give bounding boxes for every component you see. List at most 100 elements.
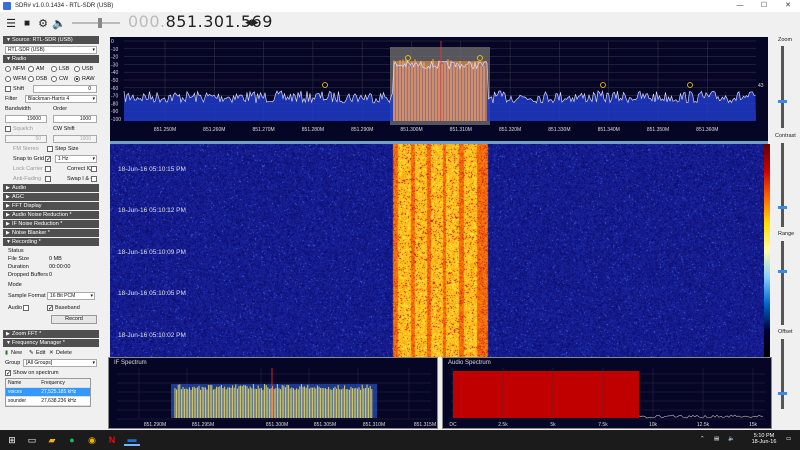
section-zoom-fft[interactable]: ▶ Zoom FFT *: [3, 330, 99, 339]
table-row[interactable]: voices 27,525.185 kHz: [6, 388, 90, 397]
spectrum-analyzer[interactable]: 0 -10 -20-30 -40 -50 -60 -70-80 -90 -100 851.250M…: [110, 37, 768, 141]
contrast-slider-knob[interactable]: [778, 206, 787, 209]
minimize-button[interactable]: —: [728, 0, 752, 12]
section-collapsed[interactable]: ▶ Noise Blanker *: [3, 229, 99, 238]
swap-iq-checkbox[interactable]: [91, 176, 97, 182]
new-button[interactable]: New: [11, 348, 22, 358]
file-explorer-icon[interactable]: ▰: [46, 434, 58, 446]
range-slider[interactable]: [781, 241, 784, 325]
section-radio[interactable]: ▼Radio: [3, 55, 99, 64]
source-select[interactable]: RTL-SDR (USB): [5, 46, 97, 54]
stop-icon[interactable]: ■: [20, 16, 34, 30]
section-source[interactable]: ▼Source: RTL-SDR (USB): [3, 36, 99, 45]
lock-carrier-checkbox[interactable]: [45, 166, 51, 172]
baseband-checkbox[interactable]: [47, 304, 53, 314]
sample-format-select[interactable]: 16 Bit PCM: [47, 292, 95, 300]
edit-icon[interactable]: ✎: [29, 348, 34, 358]
bandwidth-input[interactable]: 19000: [5, 115, 47, 123]
db-tick-label: -80: [111, 101, 118, 107]
sdr-taskbar-icon[interactable]: ▬: [124, 434, 140, 446]
section-recording[interactable]: ▼Recording *: [3, 238, 99, 247]
delete-button[interactable]: Delete: [56, 348, 72, 358]
offset-label: Offset: [778, 329, 793, 335]
volume-slider-knob[interactable]: [98, 18, 102, 28]
audio-rec-checkbox[interactable]: [23, 305, 29, 311]
section-zoom-fft-label: Zoom FFT *: [12, 331, 42, 337]
bandwidth-label: Bandwidth: [5, 106, 31, 112]
mode-radio-raw[interactable]: [74, 76, 80, 82]
windows-start-icon[interactable]: ⊞: [6, 434, 18, 446]
squelch-checkbox[interactable]: [5, 126, 11, 132]
contrast-slider[interactable]: [781, 143, 784, 227]
edit-button[interactable]: Edit: [36, 348, 45, 358]
record-button[interactable]: Record: [51, 315, 97, 324]
show-spectrum-checkbox[interactable]: [5, 369, 11, 379]
network-icon[interactable]: ▤: [714, 436, 719, 442]
tray-chevron-icon[interactable]: ⌃: [700, 436, 705, 442]
shift-input[interactable]: 0: [33, 85, 97, 93]
mode-radio-usb[interactable]: [74, 66, 80, 72]
offset-slider[interactable]: [781, 339, 784, 409]
volume-icon[interactable]: 🔈: [728, 436, 735, 442]
shift-checkbox[interactable]: [5, 86, 11, 92]
new-icon[interactable]: ▮: [5, 348, 8, 358]
frequency-marker-icon[interactable]: [600, 82, 606, 88]
anti-fading-checkbox[interactable]: [45, 176, 51, 182]
table-header-cell[interactable]: Name: [6, 379, 39, 387]
table-row[interactable]: sounder 27,638.236 kHz: [6, 397, 90, 406]
group-select[interactable]: [All Groups]: [23, 359, 97, 367]
audio-spectrum-panel[interactable]: DC 2.5k 5k 7.5k 10k 12.5k 15k Audio Spectrum: [442, 357, 772, 429]
spotify-icon[interactable]: ●: [66, 434, 78, 446]
audio-tick-label: 15k: [749, 422, 758, 428]
waterfall-display[interactable]: [110, 144, 768, 357]
mode-radio-dsb[interactable]: [28, 76, 34, 82]
lock-carrier-label: Lock Carrier: [13, 166, 43, 172]
fm-stereo-checkbox[interactable]: [47, 146, 53, 152]
cw-shift-input[interactable]: 1000: [53, 135, 97, 143]
freq-tick-label: 851.320M: [499, 127, 521, 133]
mode-radio-nfm[interactable]: [5, 66, 11, 72]
section-collapsed[interactable]: ▶ IF Noise Reduction *: [3, 220, 99, 229]
section-collapsed[interactable]: ▶ Audio Noise Reduction *: [3, 211, 99, 220]
mode-radio-wfm[interactable]: [5, 76, 11, 82]
gear-icon[interactable]: ⚙: [36, 16, 50, 30]
filter-select[interactable]: Blackman-Harris 4: [25, 95, 97, 103]
delete-icon[interactable]: ✕: [49, 348, 54, 358]
if-spectrum-plot[interactable]: 851.290M 851.295M 851.300M 851.305M 851.310M…: [109, 358, 439, 430]
correct-iq-checkbox[interactable]: [91, 166, 97, 172]
squelch-input[interactable]: 50: [5, 135, 47, 143]
maximize-button[interactable]: ☐: [752, 0, 776, 12]
close-button[interactable]: ✕: [776, 0, 800, 12]
range-slider-knob[interactable]: [778, 270, 787, 273]
audio-spectrum-plot[interactable]: DC 2.5k 5k 7.5k 10k 12.5k 15k: [443, 358, 773, 430]
volume-slider[interactable]: [72, 18, 120, 28]
step-size-select[interactable]: 1 Hz: [55, 155, 97, 163]
zoom-slider[interactable]: [781, 46, 784, 128]
netflix-icon[interactable]: N: [106, 434, 118, 446]
order-input[interactable]: 1000: [53, 115, 97, 123]
section-collapsed[interactable]: ▶ FFT Display: [3, 202, 99, 211]
window-title: SDR# v1.0.0.1434 - RTL-SDR (USB): [15, 3, 114, 9]
db-tick-label: -20: [111, 55, 118, 61]
section-frequency-manager[interactable]: ▼Frequency Manager *: [3, 339, 99, 348]
zoom-slider-knob[interactable]: [778, 100, 787, 103]
speaker-icon[interactable]: 🔈: [52, 16, 66, 30]
section-collapsed[interactable]: ▶ Audio: [3, 184, 99, 193]
chrome-icon[interactable]: ◉: [86, 434, 98, 446]
table-header-cell[interactable]: Frequency: [39, 379, 90, 387]
if-spectrum-panel[interactable]: 851.290M 851.295M 851.300M 851.305M 851.310M…: [108, 357, 438, 429]
clock[interactable]: 5:10 PM 18-Jun-16: [744, 433, 784, 445]
notifications-icon[interactable]: ▭: [786, 436, 791, 442]
frequency-step-arrows-icon[interactable]: ◀▶: [245, 17, 259, 28]
mode-radio-cw[interactable]: [51, 76, 57, 82]
menu-icon[interactable]: ☰: [4, 16, 18, 30]
snap-checkbox[interactable]: [45, 155, 51, 165]
frequency-marker-icon[interactable]: [322, 82, 328, 88]
offset-slider-knob[interactable]: [778, 392, 787, 395]
task-view-icon[interactable]: ▭: [26, 434, 38, 446]
mode-radio-lsb[interactable]: [51, 66, 57, 72]
mode-radio-am[interactable]: [28, 66, 34, 72]
frequency-marker-icon[interactable]: [687, 82, 693, 88]
section-collapsed[interactable]: ▶ AGC: [3, 193, 99, 202]
toolbar: ☰ ■ ⚙ 🔈 000.851.301.569 ◀▶: [0, 12, 800, 34]
